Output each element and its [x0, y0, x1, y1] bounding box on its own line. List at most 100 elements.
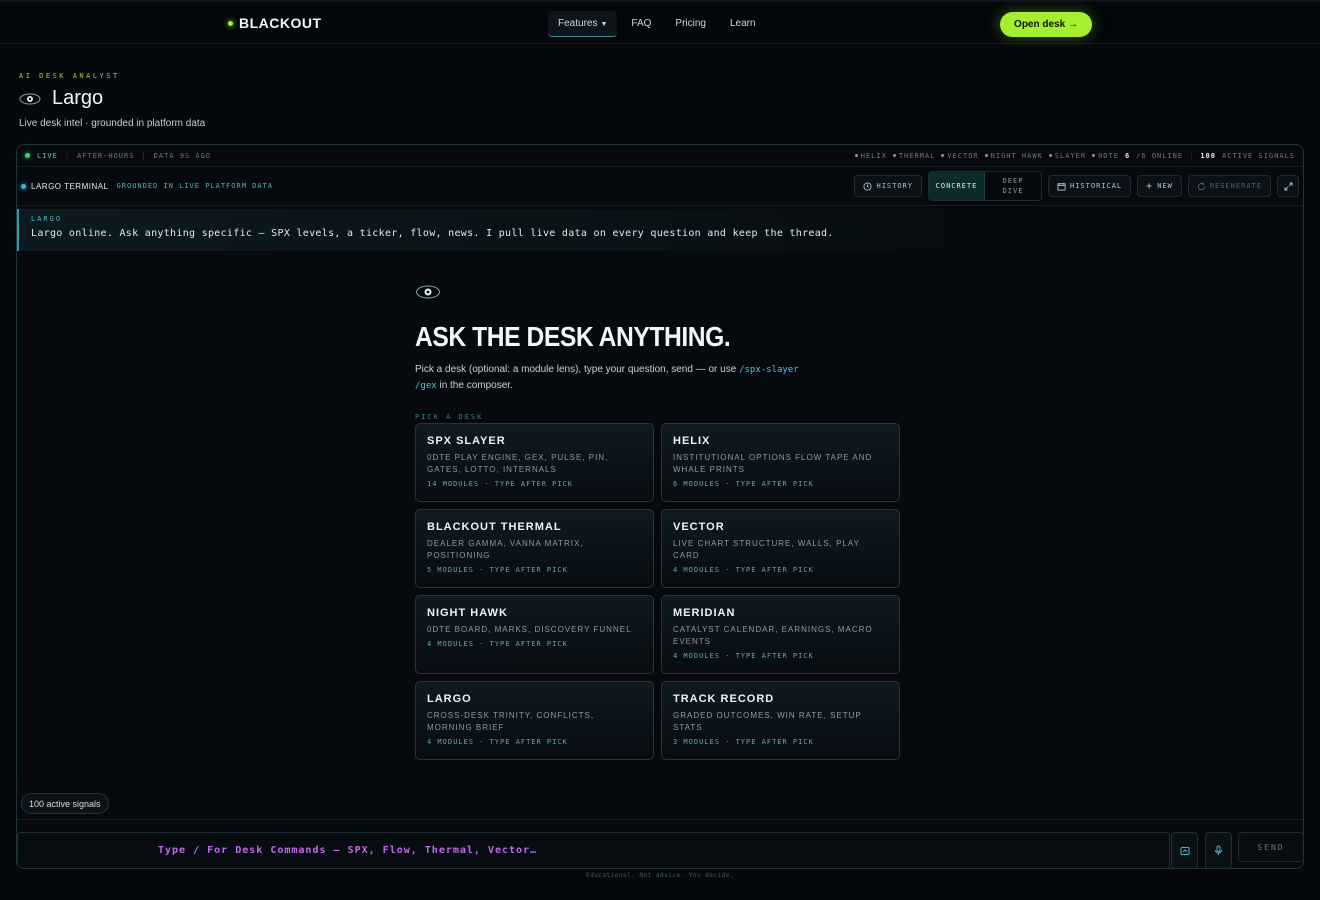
- divider: |: [141, 151, 147, 160]
- desk-card-largo[interactable]: LARGO Cross-desk trinity, conflicts, mor…: [415, 681, 654, 760]
- live-label: LIVE: [37, 151, 58, 160]
- desk-chip-slayer: SLAYER: [1048, 151, 1087, 160]
- desk-chip-vector: VECTOR: [941, 152, 978, 160]
- desk-card-meta: 3 MODULES · TYPE AFTER PICK: [673, 738, 814, 746]
- divider: |: [64, 151, 71, 160]
- top-nav: BLACKOUT Features ▼ FAQ Pricing Learn Ope…: [0, 0, 1320, 44]
- signals-count: 100: [1200, 151, 1216, 160]
- brand-name: BLACKOUT: [239, 15, 322, 31]
- desk-card-title: TRACK RECORD: [673, 693, 775, 705]
- mode-concrete[interactable]: CONCRETE: [929, 172, 985, 200]
- nav-features-label: Features: [558, 18, 598, 29]
- desk-card-helix[interactable]: HELIX Institutional options flow tape an…: [661, 423, 900, 502]
- chevron-down-icon: ▼: [600, 21, 608, 28]
- status-dot-icon: [892, 154, 896, 157]
- composer-placeholder: Type / For Desk Commands — SPX, Flow, Th…: [158, 845, 538, 856]
- desk-card-description: Catalyst calendar, earnings, macro event…: [673, 625, 873, 646]
- desk-card-description: Graded outcomes, win rate, setup stats: [673, 711, 862, 732]
- page-subtitle: Live desk intel · grounded in platform d…: [19, 118, 206, 129]
- desk-chip-label: THERMAL: [898, 151, 936, 160]
- divider: |: [1189, 151, 1195, 160]
- nav-learn[interactable]: Learn: [720, 11, 766, 37]
- desk-chip-night-hawk: NIGHT HAWK: [984, 151, 1043, 160]
- command-spx-slayer[interactable]: /spx-slayer: [739, 365, 799, 375]
- disclaimer: Educational. Not advice. You decide.: [585, 872, 735, 879]
- regenerate-label: REGENERATE: [1209, 182, 1262, 190]
- desk-card-description: Live chart structure, walls, play card: [673, 539, 860, 560]
- composer-input[interactable]: Type / For Desk Commands — SPX, Flow, Th…: [17, 832, 1170, 868]
- plus-icon: +: [1146, 180, 1154, 192]
- desk-card-blackout-thermal[interactable]: BLACKOUT THERMAL Dealer gamma, vanna mat…: [415, 509, 654, 588]
- brand-logo[interactable]: BLACKOUT: [228, 15, 322, 31]
- history-button[interactable]: HISTORY: [854, 175, 922, 197]
- desk-card-title: BLACKOUT THERMAL: [427, 521, 562, 533]
- intro-text: Pick a desk (optional: a module lens), t…: [415, 364, 740, 375]
- desk-card-night-hawk[interactable]: NIGHT HAWK 0DTE board, marks, discovery …: [415, 595, 654, 674]
- empty-state: ASK THE DESK ANYTHING. Pick a desk (opti…: [415, 283, 905, 760]
- message-text: Largo online. Ask anything specific — SP…: [31, 228, 834, 239]
- desk-card-meta: 5 MODULES · TYPE AFTER PICK: [427, 566, 568, 574]
- live-dot-icon: [25, 153, 30, 158]
- desk-card-description: 0DTE play engine, GEX, pulse, pin, gates…: [427, 453, 609, 474]
- eye-logo-icon: [19, 88, 41, 110]
- desk-card-description: Institutional options flow tape and whal…: [673, 453, 873, 474]
- terminal-toolbar: LARGO TERMINAL GROUNDED IN LIVE PLATFORM…: [17, 167, 1303, 206]
- status-dot-icon: [1092, 154, 1096, 157]
- desk-card-meta: 6 MODULES · TYPE AFTER PICK: [673, 480, 814, 488]
- send-button[interactable]: SEND: [1238, 832, 1303, 862]
- attach-icon: [1180, 846, 1189, 855]
- page-eyebrow: AI DESK ANALYST: [19, 72, 120, 80]
- historical-label: HISTORICAL: [1070, 182, 1123, 190]
- desk-card-track-record[interactable]: TRACK RECORD Graded outcomes, win rate, …: [661, 681, 900, 760]
- nav-faq[interactable]: FAQ: [621, 11, 661, 37]
- desk-chip-label: 0DTE: [1098, 151, 1119, 160]
- expand-icon: [1283, 181, 1293, 191]
- online-count: 6: [1124, 151, 1131, 160]
- desk-card-meta: 4 MODULES · TYPE AFTER PICK: [673, 566, 814, 574]
- desk-card-description: 0DTE board, marks, discovery funnel: [427, 625, 632, 634]
- desk-chip-label: NIGHT HAWK: [990, 151, 1043, 160]
- active-signals-pill[interactable]: 100 active signals: [21, 793, 109, 814]
- expand-button[interactable]: [1277, 175, 1299, 197]
- desk-card-title: SPX SLAYER: [427, 435, 506, 447]
- mic-button[interactable]: [1205, 832, 1232, 868]
- nav-features[interactable]: Features ▼: [548, 11, 618, 37]
- status-dot-icon: [1048, 154, 1052, 157]
- status-dot-icon: [854, 154, 858, 157]
- page-title-row: Largo: [19, 87, 103, 110]
- desk-chip-helix: HELIX: [854, 152, 887, 160]
- status-dot-icon: [941, 154, 945, 157]
- desk-chip-thermal: THERMAL: [892, 151, 936, 160]
- terminal-name: LARGO TERMINAL: [31, 181, 109, 191]
- attach-button[interactable]: [1171, 832, 1198, 868]
- online-label: /6 ONLINE: [1136, 151, 1184, 160]
- desk-card-meta: 4 MODULES · TYPE AFTER PICK: [427, 640, 568, 648]
- history-label: HISTORY: [876, 182, 913, 190]
- empty-state-intro: Pick a desk (optional: a module lens), t…: [415, 362, 845, 394]
- terminal-dot-icon: [21, 183, 26, 189]
- desk-card-spx-slayer[interactable]: SPX SLAYER 0DTE play engine, GEX, pulse,…: [415, 423, 654, 502]
- command-gex[interactable]: /gex: [415, 381, 437, 391]
- history-icon: [863, 181, 873, 191]
- historical-button[interactable]: HISTORICAL: [1048, 175, 1132, 197]
- new-button[interactable]: + NEW: [1137, 175, 1182, 197]
- desk-card-meta: 4 MODULES · TYPE AFTER PICK: [673, 652, 814, 660]
- status-dot-icon: [984, 154, 988, 157]
- desk-chip-0dte: 0DTE: [1092, 152, 1119, 160]
- desk-card-vector[interactable]: VECTOR Live chart structure, walls, play…: [661, 509, 900, 588]
- brand-dot-icon: [228, 20, 233, 26]
- empty-state-headline: ASK THE DESK ANYTHING.: [415, 321, 731, 352]
- regenerate-button[interactable]: REGENERATE: [1187, 175, 1271, 197]
- nav-pricing[interactable]: Pricing: [665, 11, 716, 37]
- session-label: AFTER-HOURS: [77, 151, 135, 160]
- desk-card-title: NIGHT HAWK: [427, 607, 508, 619]
- open-desk-button[interactable]: Open desk →: [1000, 12, 1092, 37]
- mode-deep-dive[interactable]: DEEP DIVE: [985, 172, 1041, 200]
- intro-text-end: in the composer.: [436, 380, 513, 391]
- desk-card-title: HELIX: [673, 435, 711, 447]
- desk-chip-label: SLAYER: [1054, 151, 1087, 160]
- eye-logo-icon: [415, 283, 441, 309]
- welcome-message: LARGO Largo online. Ask anything specifi…: [17, 209, 1007, 251]
- mode-toggle: CONCRETE DEEP DIVE: [928, 171, 1042, 201]
- desk-card-meridian[interactable]: MERIDIAN Catalyst calendar, earnings, ma…: [661, 595, 900, 674]
